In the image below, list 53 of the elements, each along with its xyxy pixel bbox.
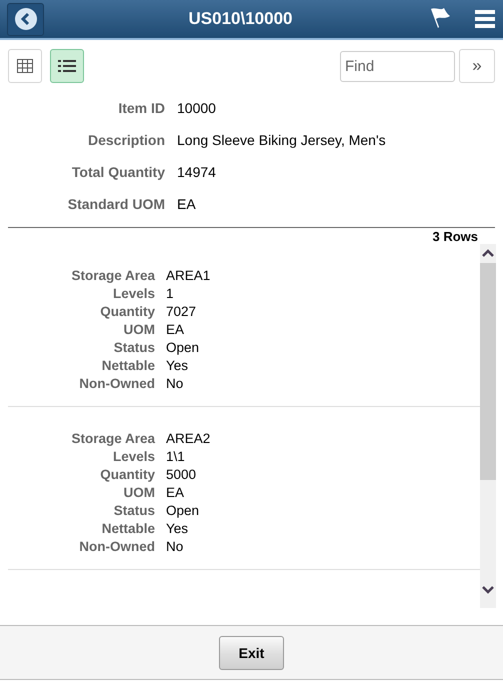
field-value: Long Sleeve Biking Jersey, Men's — [177, 132, 387, 148]
field-label: Quantity — [99, 467, 155, 482]
field-value: 10000 — [177, 100, 217, 116]
exit-button[interactable]: Exit — [219, 636, 284, 670]
field-value: No — [166, 539, 184, 554]
field-label: Standard UOM — [66, 196, 165, 212]
find-field[interactable]: Find — [340, 50, 455, 82]
page-title: US010\10000 — [188, 9, 294, 29]
field-label: Total Quantity — [70, 164, 165, 180]
field-value: EA — [166, 322, 186, 337]
field-value: 14974 — [177, 164, 217, 180]
list-view-button[interactable] — [50, 49, 84, 83]
grid-view-button[interactable] — [8, 49, 42, 83]
field-value: Open — [166, 503, 200, 518]
back-icon — [14, 8, 36, 30]
field-label: Non-Owned — [78, 376, 155, 391]
more-button[interactable]: » — [459, 49, 495, 83]
field-label: Nettable — [100, 358, 155, 373]
field-label: Status — [112, 340, 155, 355]
menu-button[interactable] — [475, 9, 495, 29]
menu-icon — [475, 9, 495, 29]
field-label: Item ID — [117, 100, 165, 116]
field-value: EA — [166, 485, 186, 500]
field-label: Levels — [112, 449, 155, 464]
scroll-up-icon — [482, 249, 494, 257]
field-label: Non-Owned — [78, 539, 155, 554]
field-label: UOM — [122, 322, 155, 337]
field-value: 7027 — [166, 304, 198, 319]
field-label: Storage Area — [70, 268, 155, 283]
field-label: Storage Area — [70, 431, 155, 446]
field-value: Open — [166, 340, 200, 355]
field-label: Status — [112, 503, 155, 518]
field-value: Yes — [166, 358, 190, 373]
field-label: UOM — [122, 485, 155, 500]
field-value: AREA2 — [166, 431, 212, 446]
field-label: Quantity — [99, 304, 155, 319]
field-value: 1 — [166, 286, 175, 301]
row-count: 3 Rows — [432, 229, 478, 244]
scroll-down-icon — [482, 586, 494, 594]
field-value: Yes — [166, 521, 190, 536]
scrollbar[interactable] — [480, 244, 496, 608]
field-value: AREA1 — [166, 268, 212, 283]
field-value: 1\1 — [166, 449, 186, 464]
back-button[interactable] — [7, 2, 44, 36]
field-label: Nettable — [100, 521, 155, 536]
field-value: 5000 — [166, 467, 198, 482]
field-label: Description — [86, 132, 165, 148]
field-value: EA — [177, 196, 197, 212]
scroll-thumb[interactable] — [480, 263, 496, 480]
field-value: No — [166, 376, 184, 391]
grid-icon — [17, 59, 33, 73]
field-label: Levels — [112, 286, 155, 301]
list-icon — [58, 59, 76, 73]
